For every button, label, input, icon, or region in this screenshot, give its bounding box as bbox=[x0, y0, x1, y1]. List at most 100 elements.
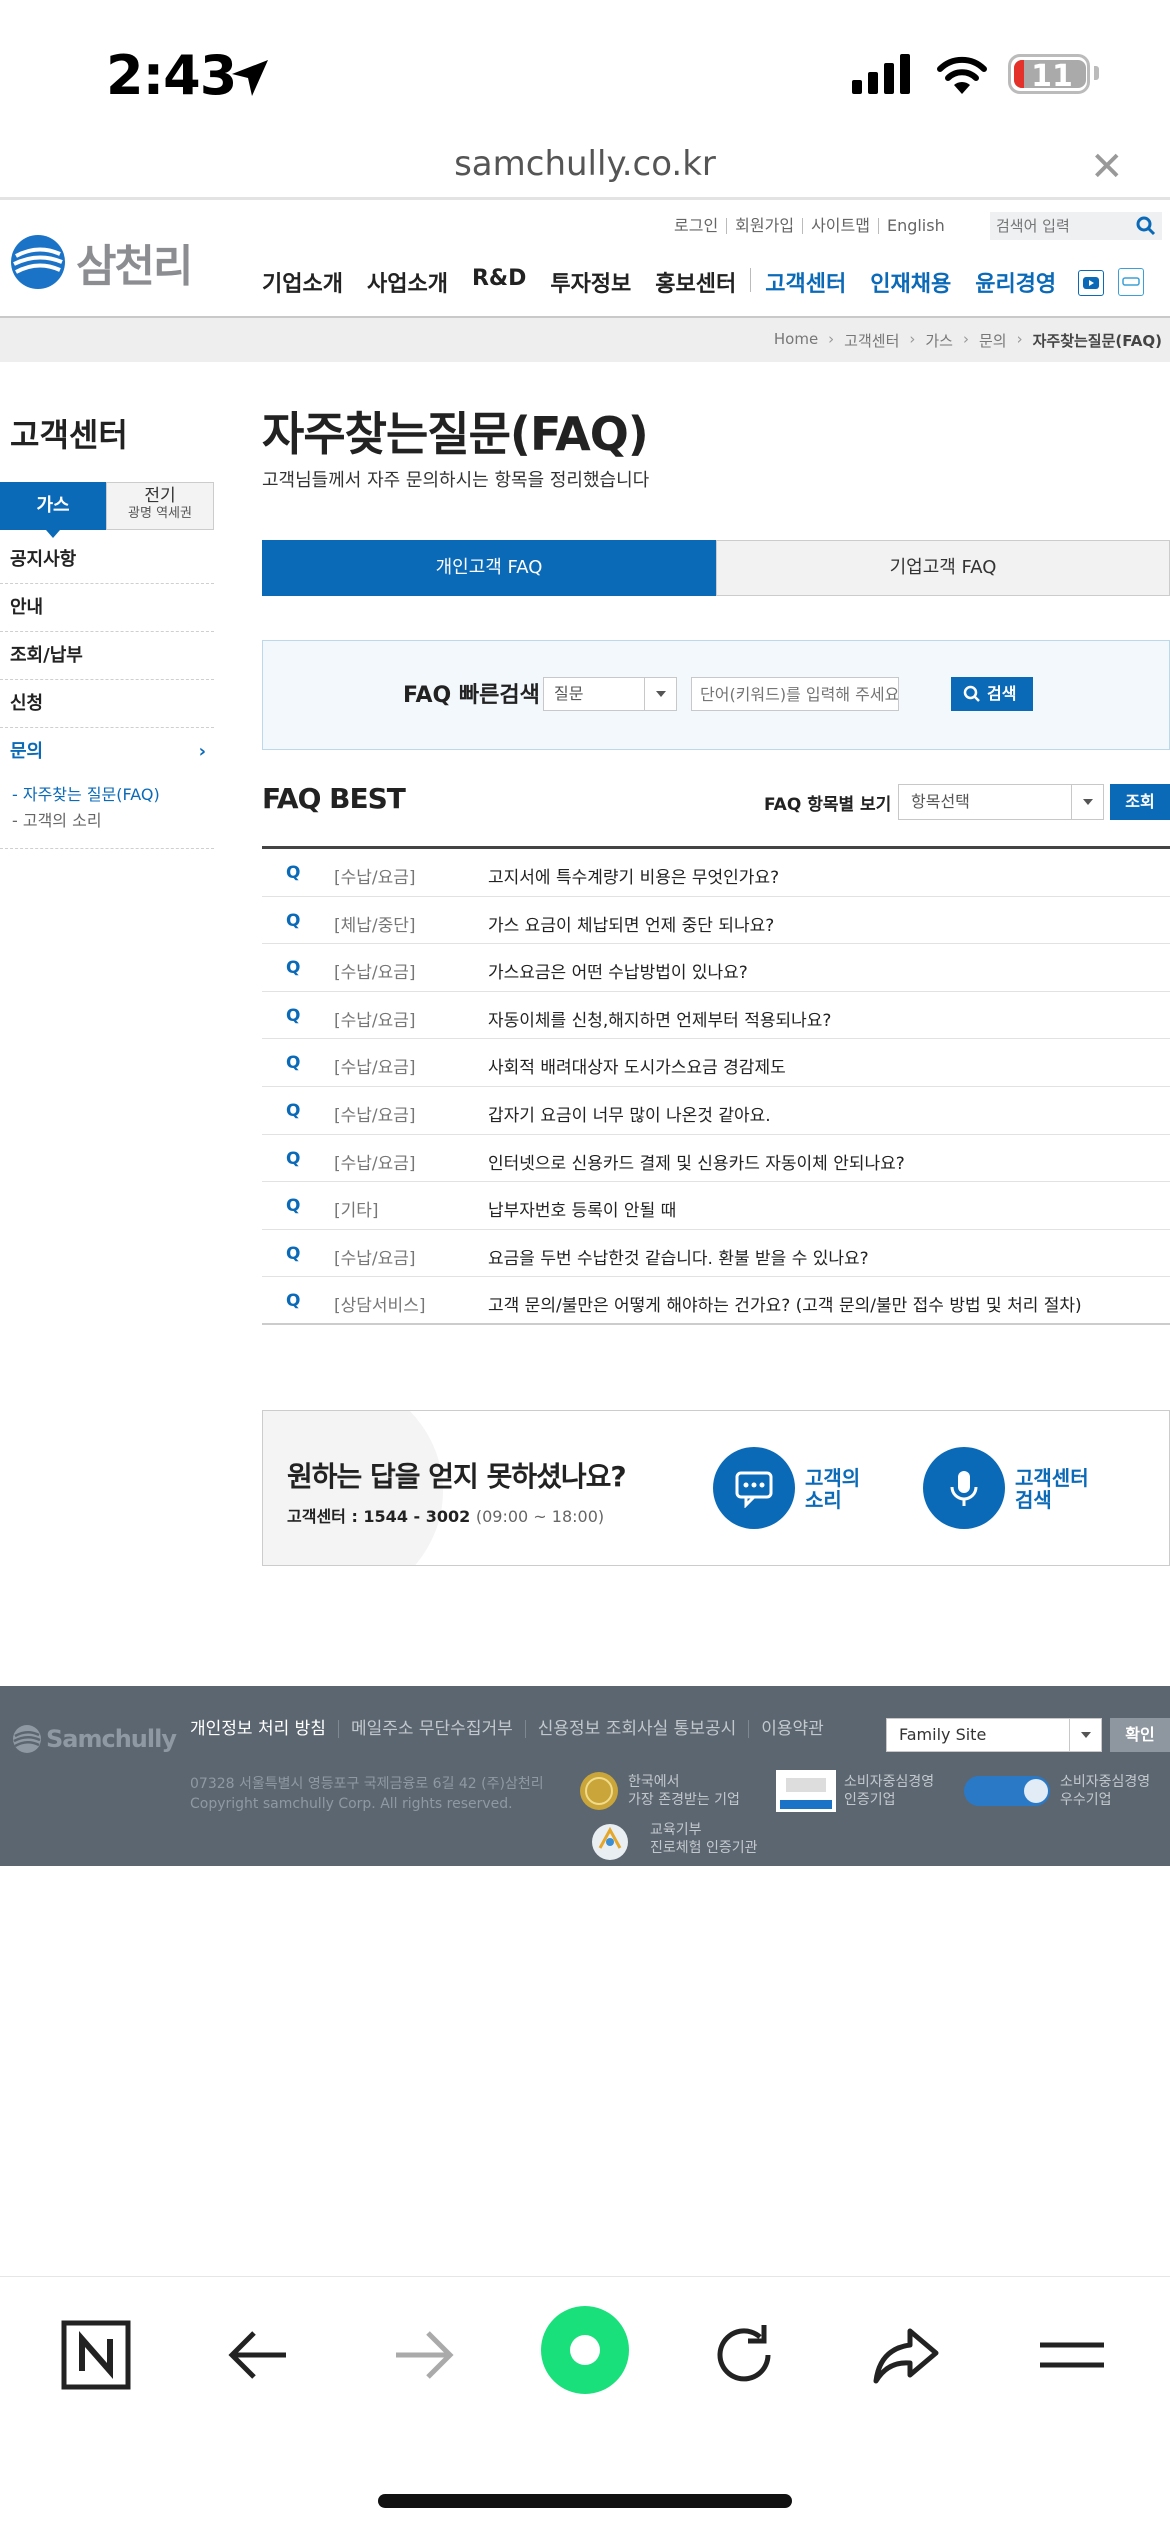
quick-search-type-select[interactable]: 질문 bbox=[543, 677, 677, 711]
share-icon[interactable] bbox=[870, 2319, 942, 2391]
faq-best-title: FAQ BEST bbox=[262, 782, 406, 815]
sidebar-item-apply[interactable]: 신청 bbox=[0, 680, 214, 728]
sidebar-item-inquiry-payment[interactable]: 조회/납부 bbox=[0, 632, 214, 680]
tab-electricity-label: 전기 bbox=[144, 486, 176, 506]
faq-filter-button[interactable]: 조회 bbox=[1110, 784, 1170, 820]
battery-level: 11 bbox=[1031, 59, 1073, 94]
nav-company[interactable]: 기업소개 bbox=[262, 266, 343, 298]
forward-arrow-icon[interactable] bbox=[386, 2319, 458, 2391]
chevron-right-icon: › bbox=[909, 330, 916, 348]
cell-signal-icon bbox=[852, 54, 910, 94]
crumb-home[interactable]: Home bbox=[774, 330, 818, 351]
nav-ethics[interactable]: 윤리경영 bbox=[975, 266, 1056, 298]
url-text[interactable]: samchully.co.kr bbox=[0, 144, 1170, 184]
help-phone: 고객센터 : 1544 - 3002 (09:00 ~ 18:00) bbox=[287, 1507, 605, 1526]
search-icon bbox=[963, 685, 980, 702]
breadcrumb-bar: Home › 고객센터 › 가스 › 문의 › 자주찾는질문(FAQ) bbox=[0, 318, 1170, 362]
nav-business[interactable]: 사업소개 bbox=[367, 266, 448, 298]
tab-business-faq[interactable]: 기업고객 FAQ bbox=[716, 540, 1170, 596]
customer-voice-label[interactable]: 고객의 소리 bbox=[805, 1467, 860, 1511]
tab-gas[interactable]: 가스 bbox=[0, 482, 106, 538]
english-link[interactable]: English bbox=[877, 218, 953, 234]
customer-voice-button[interactable] bbox=[713, 1447, 795, 1529]
center-search-label[interactable]: 고객센터 검색 bbox=[1015, 1467, 1089, 1511]
youtube-icon[interactable] bbox=[1078, 270, 1104, 296]
tab-electricity-sub: 광명 역세권 bbox=[128, 506, 192, 521]
sidebar-item-guide[interactable]: 안내 bbox=[0, 584, 214, 632]
faq-row[interactable]: Q [수납/요금] 요금을 두번 수납한것 같습니다. 환불 받을 수 있나요? bbox=[262, 1230, 1170, 1278]
login-link[interactable]: 로그인 bbox=[666, 218, 726, 234]
chevron-right-icon: › bbox=[828, 330, 835, 348]
nav-rnd[interactable]: R&D bbox=[472, 266, 526, 298]
tab-personal-faq[interactable]: 개인고객 FAQ bbox=[262, 540, 716, 596]
battery-indicator: 11 bbox=[1008, 54, 1090, 94]
status-time: 2:43 bbox=[106, 44, 237, 107]
nav-recruit[interactable]: 인재채용 bbox=[870, 266, 951, 298]
main-nav: 기업소개 사업소개 R&D 투자정보 홍보센터 고객센터 인재채용 윤리경영 bbox=[262, 266, 1080, 298]
faq-filter-label: FAQ 항목별 보기 bbox=[764, 795, 892, 815]
sidebar-menu: 공지사항 안내 조회/납부 신청 문의 › - 자주찾는 질문(FAQ) - 고… bbox=[0, 536, 214, 849]
address-bar[interactable]: samchully.co.kr ✕ bbox=[0, 140, 1170, 200]
cert-ccm-excellent: 소비자중심경영 우수기업 bbox=[962, 1770, 1150, 1812]
nav-pr[interactable]: 홍보센터 bbox=[655, 266, 736, 298]
family-site-select[interactable]: Family Site bbox=[886, 1718, 1102, 1752]
signup-link[interactable]: 회원가입 bbox=[726, 218, 802, 234]
crumb-gas[interactable]: 가스 bbox=[925, 330, 953, 351]
center-search-button[interactable] bbox=[923, 1447, 1005, 1529]
home-indicator bbox=[378, 2494, 792, 2508]
utility-links: 로그인 회원가입 사이트맵 English bbox=[666, 218, 953, 234]
faq-row[interactable]: Q [수납/요금] 자동이체를 신청,해지하면 언제부터 적용되나요? bbox=[262, 992, 1170, 1040]
ccm-badge-icon bbox=[776, 1770, 836, 1812]
privacy-policy-link[interactable]: 개인정보 처리 방침 bbox=[190, 1720, 338, 1738]
quick-search-button[interactable]: 검색 bbox=[951, 677, 1033, 711]
header-search-input[interactable] bbox=[990, 212, 1130, 240]
site-logo[interactable]: 삼천리 bbox=[10, 230, 193, 294]
search-icon[interactable] bbox=[1136, 216, 1156, 236]
site-header: 삼천리 로그인 회원가입 사이트맵 English 기업소개 사업소개 R&D … bbox=[0, 200, 1170, 318]
sitemap-link[interactable]: 사이트맵 bbox=[802, 218, 878, 234]
faq-category-select[interactable]: 항목선택 bbox=[898, 784, 1104, 820]
header-search bbox=[990, 212, 1162, 240]
chevron-right-icon: › bbox=[1016, 330, 1023, 348]
sidebar-item-contact[interactable]: 문의 › bbox=[0, 728, 214, 776]
chevron-down-icon bbox=[1069, 1719, 1101, 1751]
faq-row[interactable]: Q [수납/요금] 인터넷으로 신용카드 결제 및 신용카드 자동이체 안되나요? bbox=[262, 1135, 1170, 1183]
family-site-button[interactable]: 확인 bbox=[1110, 1718, 1170, 1752]
faq-row[interactable]: Q [수납/요금] 가스요금은 어떤 수납방법이 있나요? bbox=[262, 944, 1170, 992]
cert-ccm: 소비자중심경영 인증기업 bbox=[776, 1770, 934, 1812]
chat-bubble-icon bbox=[735, 1471, 773, 1508]
terms-link[interactable]: 이용약관 bbox=[748, 1720, 836, 1738]
medal-icon bbox=[580, 1772, 618, 1810]
sidebar-item-notice[interactable]: 공지사항 bbox=[0, 536, 214, 584]
menu-icon[interactable] bbox=[1036, 2319, 1108, 2391]
naver-home-icon[interactable] bbox=[60, 2319, 132, 2391]
footer-address: 07328 서울특별시 영등포구 국제금융로 6길 42 (주)삼천리 Copy… bbox=[190, 1776, 544, 1812]
email-refusal-link[interactable]: 메일주소 무단수집거부 bbox=[337, 1720, 525, 1738]
close-icon[interactable]: ✕ bbox=[1090, 144, 1124, 190]
page-description: 고객님들께서 자주 문의하시는 항목을 정리했습니다 bbox=[262, 470, 650, 491]
back-arrow-icon[interactable] bbox=[224, 2319, 296, 2391]
faq-row[interactable]: Q [체납/중단] 가스 요금이 체납되면 언제 중단 되나요? bbox=[262, 897, 1170, 945]
chevron-down-icon bbox=[1071, 785, 1103, 819]
status-bar: 2:43 11 bbox=[0, 0, 1170, 140]
blog-icon[interactable] bbox=[1118, 268, 1144, 296]
faq-row[interactable]: Q [수납/요금] 갑자기 요금이 너무 많이 나온것 같아요. bbox=[262, 1087, 1170, 1135]
sidebar-tabs: 가스 전기 광명 역세권 bbox=[0, 482, 214, 538]
crumb-customer-center[interactable]: 고객센터 bbox=[844, 330, 899, 351]
chevron-right-icon: › bbox=[962, 330, 969, 348]
tab-electricity[interactable]: 전기 광명 역세권 bbox=[106, 482, 214, 530]
faq-row[interactable]: Q [수납/요금] 고지서에 특수계량기 비용은 무엇인가요? bbox=[262, 849, 1170, 897]
refresh-icon[interactable] bbox=[708, 2319, 780, 2391]
nav-customer-center[interactable]: 고객센터 bbox=[765, 266, 846, 298]
nav-investor[interactable]: 투자정보 bbox=[550, 266, 631, 298]
credit-info-link[interactable]: 신용정보 조회사실 통보공시 bbox=[524, 1720, 749, 1738]
subitem-customer-voice[interactable]: - 고객의 소리 bbox=[12, 808, 214, 834]
subitem-faq[interactable]: - 자주찾는 질문(FAQ) bbox=[12, 782, 214, 808]
faq-row[interactable]: Q [수납/요금] 사회적 배려대상자 도시가스요금 경감제도 bbox=[262, 1039, 1170, 1087]
naver-green-dot-icon[interactable] bbox=[540, 2305, 630, 2395]
crumb-inquiry[interactable]: 문의 bbox=[979, 330, 1007, 351]
faq-quick-search: FAQ 빠른검색 질문 검색 bbox=[262, 640, 1170, 750]
quick-search-input[interactable] bbox=[691, 677, 899, 711]
faq-row[interactable]: Q [상담서비스] 고객 문의/불만은 어떻게 해야하는 건가요? (고객 문의/불… bbox=[262, 1277, 1170, 1325]
faq-row[interactable]: Q [기타] 납부자번호 등록이 안될 때 bbox=[262, 1182, 1170, 1230]
